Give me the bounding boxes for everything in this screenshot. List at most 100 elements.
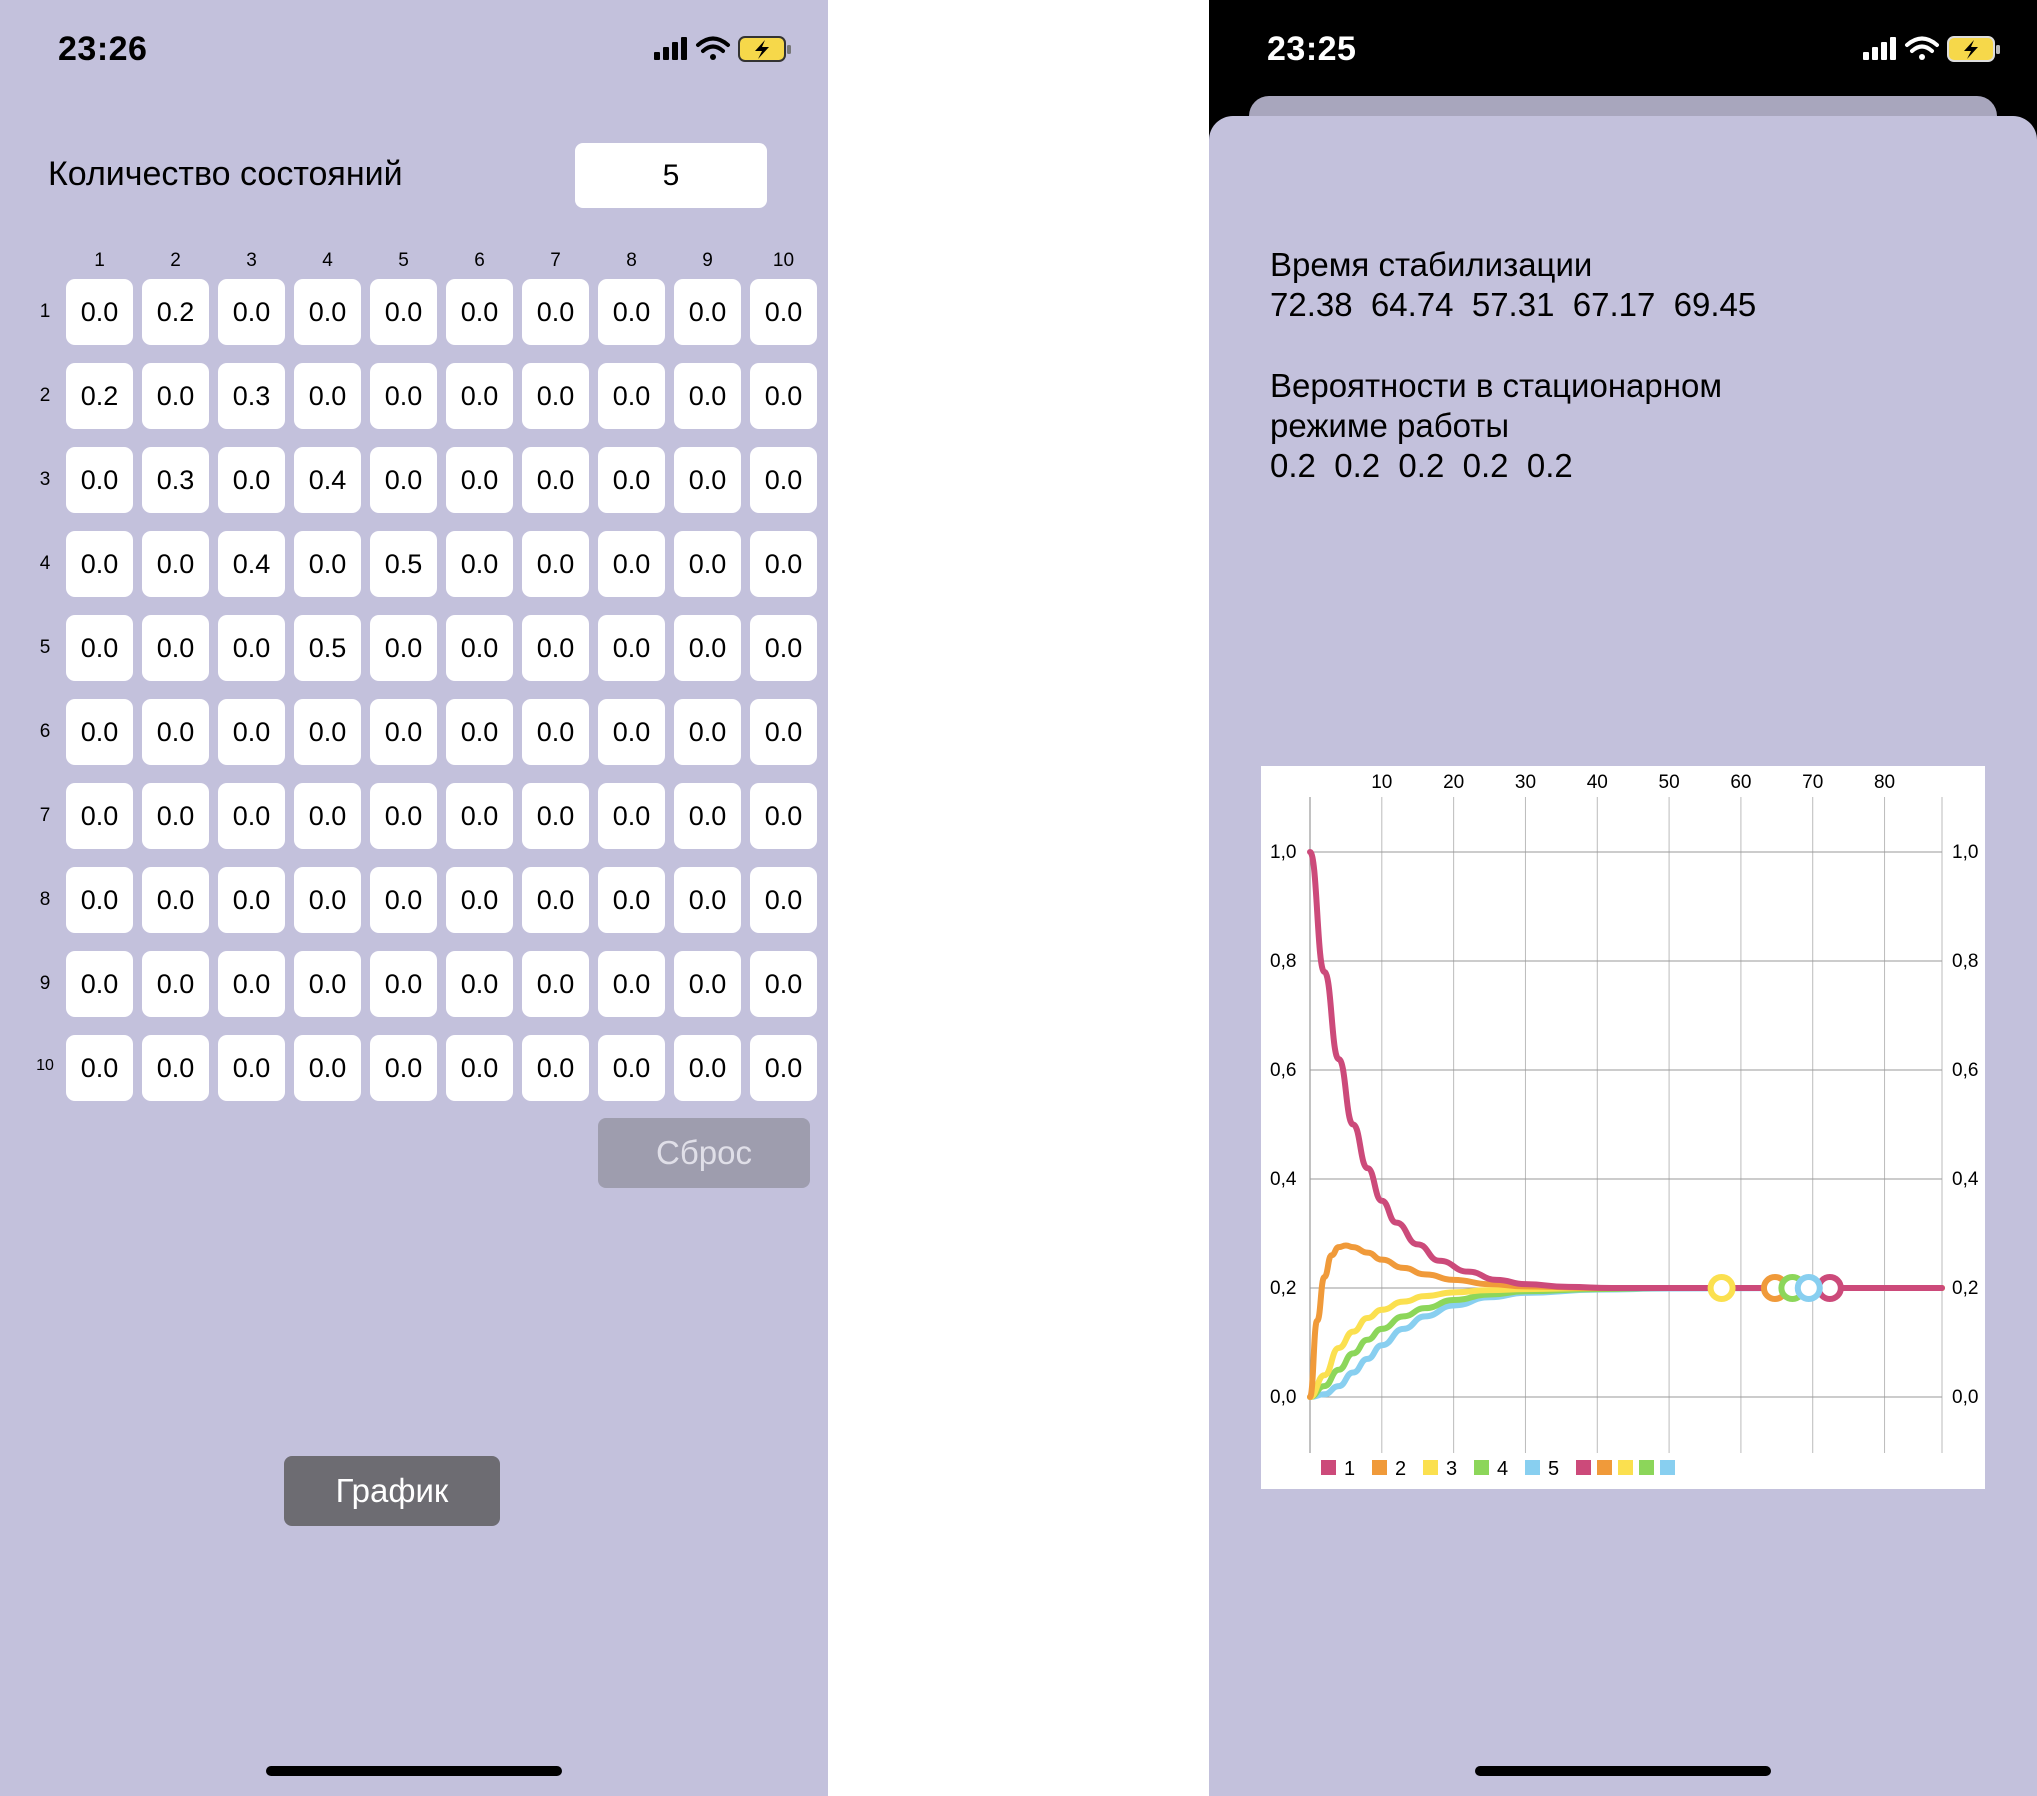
- matrix-cell[interactable]: 0.0: [446, 699, 513, 765]
- matrix-cell[interactable]: 0.0: [218, 615, 285, 681]
- matrix-cell[interactable]: 0.0: [598, 1035, 665, 1101]
- matrix-cell[interactable]: 0.0: [598, 363, 665, 429]
- matrix-cell[interactable]: 0.5: [294, 615, 361, 681]
- matrix-cell[interactable]: 0.0: [446, 783, 513, 849]
- matrix-cell[interactable]: 0.0: [750, 951, 817, 1017]
- matrix-cell[interactable]: 0.0: [674, 783, 741, 849]
- matrix-cell[interactable]: 0.0: [66, 867, 133, 933]
- matrix-cell[interactable]: 0.0: [370, 615, 437, 681]
- matrix-cell[interactable]: 0.0: [522, 783, 589, 849]
- matrix-cell[interactable]: 0.0: [370, 447, 437, 513]
- matrix-cell[interactable]: 0.0: [370, 867, 437, 933]
- matrix-cell[interactable]: 0.3: [218, 363, 285, 429]
- matrix-cell[interactable]: 0.0: [218, 447, 285, 513]
- matrix-cell[interactable]: 0.0: [66, 531, 133, 597]
- matrix-cell[interactable]: 0.0: [218, 951, 285, 1017]
- matrix-cell[interactable]: 0.0: [66, 699, 133, 765]
- matrix-cell[interactable]: 0.0: [142, 531, 209, 597]
- matrix-cell[interactable]: 0.0: [66, 447, 133, 513]
- matrix-cell[interactable]: 0.0: [446, 867, 513, 933]
- matrix-cell[interactable]: 0.0: [674, 279, 741, 345]
- matrix-cell[interactable]: 0.0: [370, 363, 437, 429]
- matrix-cell[interactable]: 0.0: [66, 783, 133, 849]
- graph-button[interactable]: График: [284, 1456, 500, 1526]
- matrix-cell[interactable]: 0.0: [370, 951, 437, 1017]
- matrix-cell[interactable]: 0.0: [218, 783, 285, 849]
- matrix-cell[interactable]: 0.4: [218, 531, 285, 597]
- matrix-cell[interactable]: 0.0: [674, 615, 741, 681]
- matrix-cell[interactable]: 0.4: [294, 447, 361, 513]
- matrix-cell[interactable]: 0.0: [750, 1035, 817, 1101]
- matrix-cell[interactable]: 0.0: [370, 1035, 437, 1101]
- matrix-cell[interactable]: 0.0: [294, 531, 361, 597]
- matrix-cell[interactable]: 0.0: [218, 1035, 285, 1101]
- matrix-cell[interactable]: 0.0: [598, 783, 665, 849]
- matrix-cell[interactable]: 0.0: [674, 951, 741, 1017]
- matrix-cell[interactable]: 0.0: [750, 699, 817, 765]
- matrix-cell[interactable]: 0.0: [598, 867, 665, 933]
- matrix-cell[interactable]: 0.0: [218, 279, 285, 345]
- matrix-cell[interactable]: 0.0: [522, 1035, 589, 1101]
- matrix-cell[interactable]: 0.0: [674, 531, 741, 597]
- matrix-cell[interactable]: 0.0: [674, 447, 741, 513]
- matrix-cell[interactable]: 0.0: [294, 279, 361, 345]
- reset-button[interactable]: Сброс: [598, 1118, 810, 1188]
- matrix-cell[interactable]: 0.0: [522, 531, 589, 597]
- matrix-cell[interactable]: 0.0: [142, 783, 209, 849]
- matrix-cell[interactable]: 0.0: [598, 279, 665, 345]
- matrix-cell[interactable]: 0.0: [294, 783, 361, 849]
- matrix-cell[interactable]: 0.0: [522, 699, 589, 765]
- matrix-cell[interactable]: 0.0: [370, 783, 437, 849]
- matrix-cell[interactable]: 0.0: [446, 951, 513, 1017]
- matrix-cell[interactable]: 0.0: [142, 1035, 209, 1101]
- matrix-cell[interactable]: 0.0: [598, 447, 665, 513]
- matrix-cell[interactable]: 0.0: [750, 447, 817, 513]
- matrix-cell[interactable]: 0.0: [66, 615, 133, 681]
- matrix-cell[interactable]: 0.0: [446, 615, 513, 681]
- matrix-cell[interactable]: 0.0: [142, 699, 209, 765]
- matrix-cell[interactable]: 0.0: [142, 951, 209, 1017]
- states-count-input[interactable]: [575, 143, 767, 208]
- matrix-cell[interactable]: 0.0: [598, 699, 665, 765]
- matrix-cell[interactable]: 0.0: [750, 279, 817, 345]
- matrix-cell[interactable]: 0.0: [294, 951, 361, 1017]
- matrix-cell[interactable]: 0.2: [66, 363, 133, 429]
- matrix-cell[interactable]: 0.0: [598, 951, 665, 1017]
- matrix-cell[interactable]: 0.0: [598, 531, 665, 597]
- matrix-cell[interactable]: 0.0: [446, 1035, 513, 1101]
- matrix-cell[interactable]: 0.0: [522, 867, 589, 933]
- matrix-cell[interactable]: 0.0: [218, 699, 285, 765]
- matrix-cell[interactable]: 0.0: [294, 1035, 361, 1101]
- matrix-cell[interactable]: 0.0: [446, 363, 513, 429]
- matrix-cell[interactable]: 0.0: [674, 1035, 741, 1101]
- matrix-cell[interactable]: 0.0: [750, 615, 817, 681]
- matrix-cell[interactable]: 0.0: [294, 363, 361, 429]
- matrix-cell[interactable]: 0.0: [446, 531, 513, 597]
- matrix-cell[interactable]: 0.0: [142, 363, 209, 429]
- matrix-cell[interactable]: 0.0: [598, 615, 665, 681]
- matrix-cell[interactable]: 0.0: [66, 279, 133, 345]
- matrix-cell[interactable]: 0.0: [446, 447, 513, 513]
- matrix-cell[interactable]: 0.0: [750, 531, 817, 597]
- matrix-cell[interactable]: 0.2: [142, 279, 209, 345]
- matrix-cell[interactable]: 0.0: [218, 867, 285, 933]
- matrix-cell[interactable]: 0.0: [142, 867, 209, 933]
- matrix-cell[interactable]: 0.0: [674, 867, 741, 933]
- matrix-cell[interactable]: 0.0: [522, 447, 589, 513]
- matrix-cell[interactable]: 0.0: [522, 279, 589, 345]
- matrix-cell[interactable]: 0.0: [294, 867, 361, 933]
- matrix-cell[interactable]: 0.0: [370, 279, 437, 345]
- matrix-cell[interactable]: 0.0: [750, 867, 817, 933]
- matrix-cell[interactable]: 0.0: [142, 615, 209, 681]
- matrix-cell[interactable]: 0.0: [674, 699, 741, 765]
- matrix-cell[interactable]: 0.0: [522, 615, 589, 681]
- matrix-cell[interactable]: 0.0: [750, 363, 817, 429]
- matrix-cell[interactable]: 0.0: [66, 1035, 133, 1101]
- matrix-cell[interactable]: 0.0: [750, 783, 817, 849]
- matrix-cell[interactable]: 0.0: [294, 699, 361, 765]
- matrix-cell[interactable]: 0.0: [674, 363, 741, 429]
- matrix-cell[interactable]: 0.0: [66, 951, 133, 1017]
- matrix-cell[interactable]: 0.0: [446, 279, 513, 345]
- matrix-cell[interactable]: 0.5: [370, 531, 437, 597]
- matrix-cell[interactable]: 0.3: [142, 447, 209, 513]
